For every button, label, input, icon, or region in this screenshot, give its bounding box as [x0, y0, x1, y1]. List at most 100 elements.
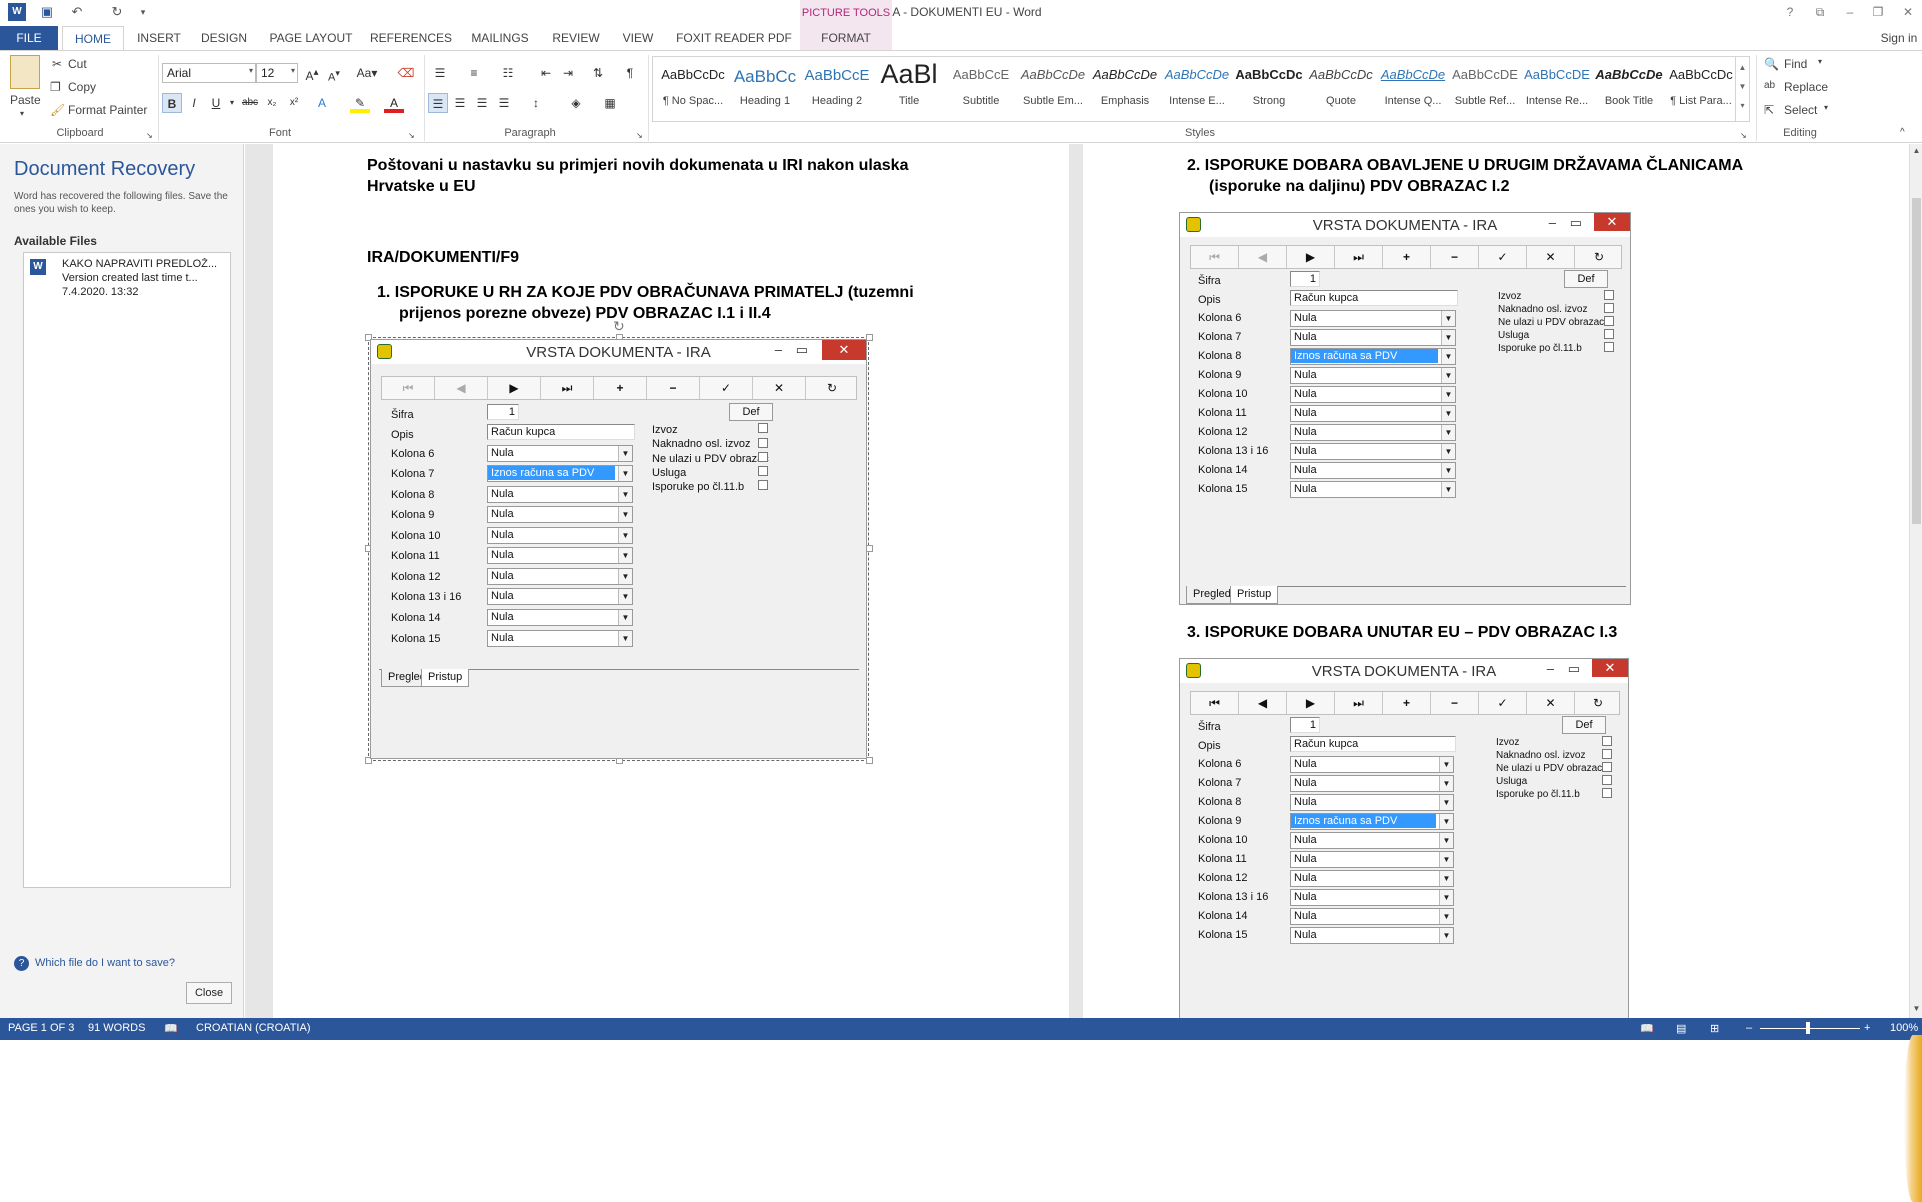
read-mode-icon[interactable]: 📖: [1640, 1022, 1654, 1035]
style-subtle-reference[interactable]: AaBbCcDE Subtle Ref...: [1449, 57, 1521, 119]
italic-button[interactable]: I: [184, 93, 204, 113]
rotate-handle-icon[interactable]: ↻: [613, 318, 625, 335]
paste-dropdown-icon[interactable]: ▾: [20, 109, 24, 118]
recovery-close-button[interactable]: Close: [186, 982, 232, 1004]
zoom-slider-track[interactable]: [1760, 1028, 1860, 1029]
collapse-ribbon-icon[interactable]: ^: [1900, 127, 1905, 138]
print-layout-icon[interactable]: ▤: [1676, 1022, 1686, 1035]
recovered-file-item[interactable]: W KAKO NAPRAVITI PREDLOŽ... Version crea…: [28, 257, 226, 305]
styles-scroll[interactable]: ▲ ▼ ▾: [1735, 57, 1749, 121]
page-2[interactable]: 2. ISPORUKE DOBARA OBAVLJENE U DRUGIM DR…: [1083, 144, 1909, 1018]
replace-icon[interactable]: ab: [1764, 80, 1775, 91]
tab-references[interactable]: REFERENCES: [368, 26, 454, 50]
resize-handle[interactable]: [866, 757, 873, 764]
styles-gallery[interactable]: AaBbCcDc ¶ No Spac... AaBbCc Heading 1 AaB…: [652, 56, 1750, 122]
style-list-paragraph[interactable]: AaBbCcDc ¶ List Para...: [1665, 57, 1737, 119]
minimize-icon[interactable]: –: [1838, 2, 1862, 22]
sort-icon[interactable]: ⇅: [588, 63, 608, 83]
language-indicator[interactable]: CROATIAN (CROATIA): [196, 1022, 310, 1034]
bullets-icon[interactable]: ☰: [430, 63, 450, 83]
replace-button[interactable]: Replace: [1784, 80, 1828, 94]
borders-icon[interactable]: ▦: [600, 93, 620, 113]
find-icon[interactable]: 🔍: [1764, 57, 1779, 71]
format-painter-icon[interactable]: 🖌: [50, 103, 65, 117]
tab-insert[interactable]: INSERT: [134, 26, 184, 50]
font-color-icon[interactable]: A: [384, 93, 404, 113]
font-name-combo[interactable]: Arial ▾: [162, 63, 256, 83]
scroll-up-icon[interactable]: ▲: [1910, 146, 1922, 155]
restore-icon[interactable]: ❐: [1866, 2, 1890, 22]
resize-handle[interactable]: [866, 334, 873, 341]
style-subtitle[interactable]: AaBbCcE Subtitle: [945, 57, 1017, 119]
style-intense-emphasis[interactable]: AaBbCcDe Intense E...: [1161, 57, 1233, 119]
cut-button[interactable]: Cut: [68, 57, 87, 71]
web-layout-icon[interactable]: ⊞: [1710, 1022, 1719, 1035]
tab-page-layout[interactable]: PAGE LAYOUT: [266, 26, 356, 50]
tab-foxit-reader-pdf[interactable]: FOXIT READER PDF: [672, 26, 796, 50]
select-icon[interactable]: ⇱: [1764, 103, 1774, 117]
tab-file[interactable]: FILE: [0, 26, 58, 50]
numbering-icon[interactable]: ≡: [464, 63, 484, 83]
superscript-button[interactable]: x²: [284, 93, 304, 113]
shading-icon[interactable]: ◈: [566, 93, 586, 113]
format-painter-button[interactable]: Format Painter: [68, 103, 147, 117]
font-size-combo[interactable]: 12 ▾: [256, 63, 298, 83]
sign-in-link[interactable]: Sign in: [1876, 26, 1922, 50]
style-book-title[interactable]: AaBbCcDe Book Title: [1593, 57, 1665, 119]
style-no-spacing[interactable]: AaBbCcDc ¶ No Spac...: [657, 57, 729, 119]
decrease-indent-icon[interactable]: ⇤: [536, 63, 556, 83]
page-count[interactable]: PAGE 1 OF 3: [8, 1022, 74, 1034]
tab-format[interactable]: FORMAT: [800, 26, 892, 50]
style-intense-quote[interactable]: AaBbCcDe Intense Q...: [1377, 57, 1449, 119]
find-button[interactable]: Find: [1784, 57, 1807, 71]
style-title[interactable]: AaBl Title: [873, 57, 945, 119]
align-center-button[interactable]: ☰: [450, 93, 470, 113]
ribbon-display-icon[interactable]: ⧉: [1808, 2, 1832, 22]
zoom-level[interactable]: 100%: [1890, 1022, 1918, 1034]
resize-handle[interactable]: [866, 545, 873, 552]
shrink-font-icon[interactable]: A▾: [324, 63, 344, 84]
style-strong[interactable]: AaBbCcDc Strong: [1233, 57, 1305, 119]
page-1[interactable]: Poštovani u nastavku su primjeri novih d…: [273, 144, 1069, 1018]
proofing-icon[interactable]: 📖: [164, 1022, 178, 1035]
zoom-slider-thumb[interactable]: [1806, 1022, 1810, 1034]
clear-formatting-icon[interactable]: ⌫: [396, 63, 416, 83]
highlight-color-icon[interactable]: ✎: [350, 93, 370, 113]
underline-dropdown-icon[interactable]: ▾: [222, 93, 242, 113]
font-launcher-icon[interactable]: ↘: [408, 131, 415, 140]
clipboard-launcher-icon[interactable]: ↘: [146, 131, 153, 140]
increase-indent-icon[interactable]: ⇥: [558, 63, 578, 83]
tab-view[interactable]: VIEW: [618, 26, 658, 50]
close-window-icon[interactable]: ✕: [1896, 2, 1920, 22]
select-button[interactable]: Select: [1784, 103, 1817, 117]
tab-review[interactable]: REVIEW: [548, 26, 604, 50]
justify-button[interactable]: ☰: [494, 93, 514, 113]
zoom-in-icon[interactable]: +: [1864, 1022, 1870, 1034]
change-case-icon[interactable]: Aa▾: [352, 63, 382, 83]
subscript-button[interactable]: x₂: [262, 93, 282, 113]
align-right-button[interactable]: ☰: [472, 93, 492, 113]
paste-button[interactable]: Paste: [10, 93, 41, 107]
paragraph-launcher-icon[interactable]: ↘: [636, 131, 643, 140]
show-formatting-icon[interactable]: ¶: [620, 63, 640, 83]
copy-icon[interactable]: ❐: [50, 80, 61, 94]
style-heading-2[interactable]: AaBbCcE Heading 2: [801, 57, 873, 119]
vertical-scrollbar[interactable]: ▲ ▼: [1909, 144, 1922, 1018]
word-count[interactable]: 91 WORDS: [88, 1022, 145, 1034]
paste-icon[interactable]: [10, 55, 40, 89]
scroll-thumb[interactable]: [1912, 198, 1921, 524]
copy-button[interactable]: Copy: [68, 80, 96, 94]
grow-font-icon[interactable]: A▴: [302, 63, 322, 83]
zoom-out-icon[interactable]: –: [1746, 1022, 1752, 1034]
select-dropdown-icon[interactable]: ▾: [1824, 103, 1828, 112]
style-intense-reference[interactable]: AaBbCcDE Intense Re...: [1521, 57, 1593, 119]
line-spacing-icon[interactable]: ↕: [526, 93, 546, 113]
style-quote[interactable]: AaBbCcDc Quote: [1305, 57, 1377, 119]
strikethrough-button[interactable]: abc: [240, 93, 260, 113]
text-effects-icon[interactable]: A: [312, 93, 332, 113]
tab-mailings[interactable]: MAILINGS: [466, 26, 534, 50]
multilevel-list-icon[interactable]: ☷: [498, 63, 518, 83]
style-subtle-emphasis[interactable]: AaBbCcDe Subtle Em...: [1017, 57, 1089, 119]
bold-button[interactable]: B: [162, 93, 182, 113]
find-dropdown-icon[interactable]: ▾: [1818, 57, 1822, 66]
